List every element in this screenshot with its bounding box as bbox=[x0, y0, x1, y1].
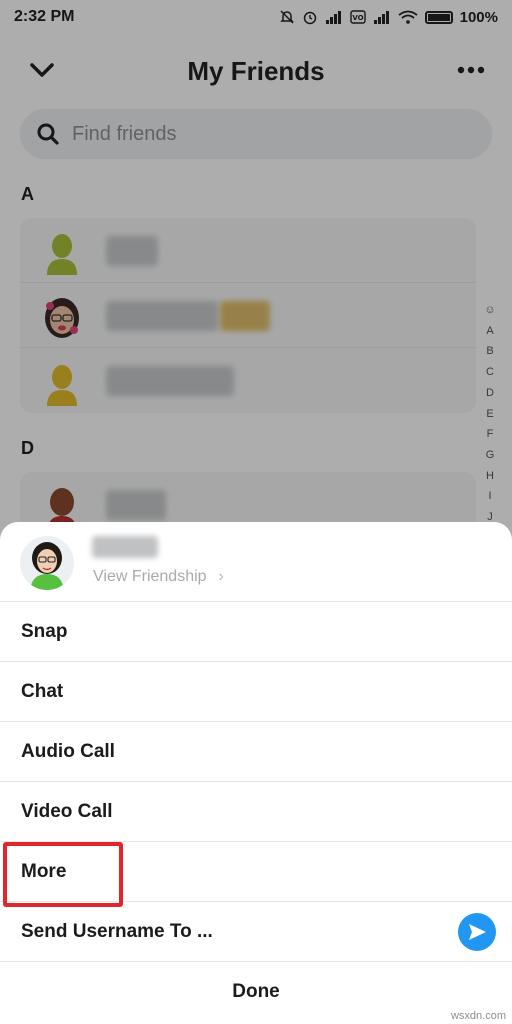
chat-option[interactable]: Chat bbox=[0, 662, 512, 722]
friend-action-sheet: View Friendship › Snap Chat Audio Call V… bbox=[0, 522, 512, 1024]
watermark: wsxdn.com bbox=[450, 1010, 506, 1022]
send-arrow-icon[interactable] bbox=[458, 913, 496, 951]
send-username-option[interactable]: Send Username To ... bbox=[0, 902, 512, 962]
video-call-option[interactable]: Video Call bbox=[0, 782, 512, 842]
send-username-label: Send Username To ... bbox=[21, 920, 213, 942]
done-button[interactable]: Done bbox=[0, 962, 512, 1022]
view-friendship-label: View Friendship bbox=[93, 568, 207, 585]
friend-name-redacted bbox=[92, 536, 158, 558]
sheet-header: View Friendship › bbox=[0, 522, 512, 602]
snap-option[interactable]: Snap bbox=[0, 602, 512, 662]
bitmoji-avatar-icon[interactable] bbox=[20, 536, 74, 590]
view-friendship-link[interactable]: View Friendship › bbox=[93, 568, 224, 586]
audio-call-option[interactable]: Audio Call bbox=[0, 722, 512, 782]
chevron-right-icon: › bbox=[218, 568, 224, 585]
more-highlight-box bbox=[3, 842, 123, 907]
